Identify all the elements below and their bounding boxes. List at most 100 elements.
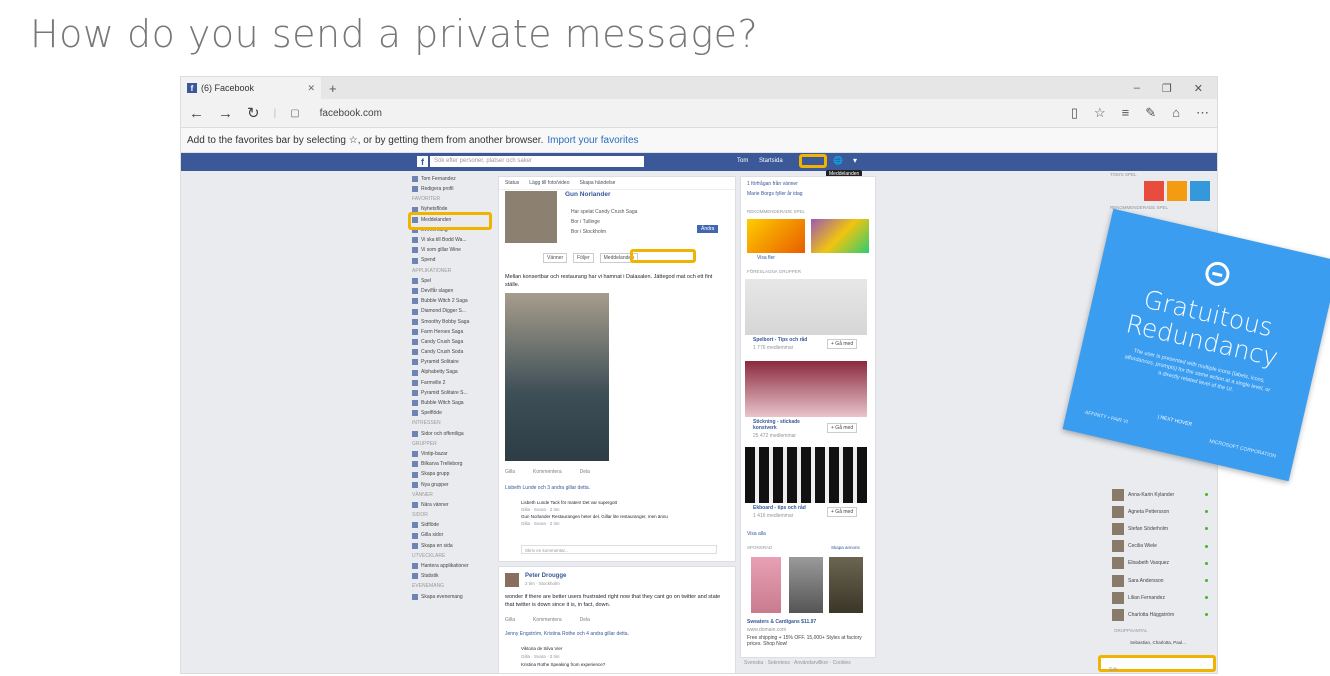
group-name[interactable]: Stickning - stickade konstverk xyxy=(753,419,823,431)
game-icon[interactable] xyxy=(1190,181,1210,201)
left-nav-item[interactable]: Bubble Witch Saga xyxy=(412,398,496,408)
left-nav-item[interactable]: Alphabetty Saga xyxy=(412,368,496,378)
group-name[interactable]: Spelbort - Tips och råd xyxy=(753,337,807,343)
chat-search-input[interactable]: Sök xyxy=(1109,667,1118,673)
url-field[interactable]: facebook.com xyxy=(320,108,382,119)
close-tab-icon[interactable]: ✕ xyxy=(307,83,315,94)
left-nav-item[interactable]: Candy Crush Soda xyxy=(412,347,496,357)
group-name[interactable]: Ekboard - tips och råd xyxy=(753,505,806,511)
left-nav-item[interactable]: Skapa en sida xyxy=(412,541,496,551)
left-nav-item[interactable]: Spend xyxy=(412,256,496,266)
left-nav-item[interactable]: Spel xyxy=(412,276,496,286)
left-nav-item[interactable]: Sidflöde xyxy=(412,520,496,530)
left-nav-item[interactable]: Vintip-bazar xyxy=(412,449,496,459)
left-nav-item[interactable]: Skapa evenemang xyxy=(412,592,496,602)
forward-icon[interactable]: → xyxy=(218,105,233,122)
ad-image[interactable] xyxy=(751,557,781,613)
left-nav-item[interactable]: Bilkarva Trelleborg xyxy=(412,459,496,469)
join-group-button[interactable]: + Gå med xyxy=(827,339,858,349)
comment[interactable]: Gilla · Svara · 2 tim xyxy=(521,653,605,661)
chat-contact[interactable]: Agneta Pettersson xyxy=(1112,503,1208,520)
birthday[interactable]: Marie Borgs fyller år idag xyxy=(747,191,803,197)
left-nav-item[interactable]: Bubble Witch 2 Saga xyxy=(412,296,496,306)
chat-contact[interactable]: Sara Andersson xyxy=(1112,572,1208,589)
profile-photo[interactable] xyxy=(505,191,557,243)
refresh-icon[interactable]: ↻ xyxy=(247,104,260,122)
more-icon[interactable]: ⋯ xyxy=(1196,105,1209,121)
see-more-link[interactable]: Visa fler xyxy=(757,255,775,261)
post-author[interactable]: Peter Drougge xyxy=(525,573,566,579)
group-thumb-1[interactable] xyxy=(745,279,867,335)
left-nav-item[interactable]: Pyramid Solitaire xyxy=(412,357,496,367)
favorite-star-icon[interactable]: ☆ xyxy=(1094,105,1106,121)
join-group-button[interactable]: + Gå med xyxy=(827,507,858,517)
left-nav-item[interactable]: Nära vänner xyxy=(412,500,496,510)
left-nav-item[interactable]: Diamond Digger S... xyxy=(412,306,496,316)
composer-tab-status[interactable]: Status xyxy=(505,180,519,186)
minimize-icon[interactable]: – xyxy=(1134,82,1140,95)
friends-button[interactable]: Vänner xyxy=(543,253,568,263)
fb-home-link[interactable]: Startsida xyxy=(759,158,783,164)
new-tab-icon[interactable]: + xyxy=(329,81,337,96)
left-nav-item[interactable]: Smoothy Bobby Saga xyxy=(412,317,496,327)
chat-contact[interactable]: Elisabeth Vasquez xyxy=(1112,555,1208,572)
group-thumb-3[interactable] xyxy=(745,447,867,503)
notifications-icon[interactable]: 🌐 xyxy=(833,156,843,165)
game-icon[interactable] xyxy=(1167,181,1187,201)
comment-meta[interactable]: Gilla · Svara · 2 tim xyxy=(521,520,721,527)
browser-tab[interactable]: f (6) Facebook ✕ xyxy=(181,77,321,99)
settings-icon[interactable]: ▾ xyxy=(853,156,857,165)
see-all-link[interactable]: Visa alla xyxy=(747,531,766,537)
chat-contact[interactable]: Charlotta Häggström xyxy=(1112,606,1208,623)
close-window-icon[interactable]: ✕ xyxy=(1194,82,1203,95)
follow-button[interactable]: Följer xyxy=(573,253,594,263)
left-nav-item[interactable]: Vi ska till Bodd Wa... xyxy=(412,235,496,245)
messages-icon-highlight[interactable] xyxy=(799,154,827,168)
composer-tab-event[interactable]: Skapa händelse xyxy=(580,180,616,186)
left-nav-item[interactable]: Sidor och offentliga xyxy=(412,429,496,439)
like-button[interactable]: Gilla xyxy=(505,469,515,475)
comment-button[interactable]: Kommentera xyxy=(533,469,562,475)
avatar[interactable] xyxy=(505,573,519,587)
profile-name[interactable]: Gun Norlander xyxy=(565,191,611,198)
left-nav-item[interactable]: Tom Fernandez xyxy=(412,174,496,184)
game-tetris-thumb[interactable] xyxy=(747,219,805,253)
left-nav-item[interactable]: Vi som gillar Wine xyxy=(412,245,496,255)
chat-contact[interactable]: Cecilia Wiele xyxy=(1112,538,1208,555)
left-nav-item[interactable]: Redigera profil xyxy=(412,184,496,194)
left-nav-item[interactable]: Dev/får slagen xyxy=(412,286,496,296)
left-nav-item[interactable]: Skapa grupp xyxy=(412,469,496,479)
ad-image[interactable] xyxy=(789,557,823,613)
likes-summary[interactable]: Lisbeth Lunde och 3 andra gillar detta. xyxy=(505,485,590,491)
fb-footer[interactable]: Svenska · Sekretess · Användarvillkor · … xyxy=(744,660,851,666)
fb-search-input[interactable]: Sök efter personer, platser och saker xyxy=(430,156,644,167)
chat-contact[interactable]: Lilian Fernandez xyxy=(1112,589,1208,606)
edit-button[interactable]: Ändra xyxy=(697,225,719,233)
friend-request[interactable]: 1 förfrågan från vänner xyxy=(747,181,798,187)
create-ad-link[interactable]: Skapa annons xyxy=(831,545,860,550)
fb-profile-link[interactable]: Tom xyxy=(737,158,748,164)
left-nav-item[interactable]: Pyramid Solitaire S... xyxy=(412,388,496,398)
composer-tab-photo[interactable]: Lägg till foto/video xyxy=(529,180,569,186)
ad-image[interactable] xyxy=(829,557,863,613)
likes-summary-2[interactable]: Jenny Engström, Kristina Rothe och 4 and… xyxy=(505,631,629,637)
web-note-icon[interactable]: ✎ xyxy=(1145,105,1156,121)
left-nav-item[interactable]: Hantera applikationer xyxy=(412,561,496,571)
left-nav-item[interactable]: Farmville 2 xyxy=(412,378,496,388)
chat-contact[interactable]: Anna-Karin Kylander xyxy=(1112,486,1208,503)
left-nav-item[interactable]: Farm Heroes Saga xyxy=(412,327,496,337)
share-button[interactable]: Dela xyxy=(580,469,590,475)
group-thumb-2[interactable] xyxy=(745,361,867,417)
left-nav-item[interactable]: Statistik xyxy=(412,571,496,581)
share-button-2[interactable]: Dela xyxy=(580,617,590,623)
game-thumb[interactable] xyxy=(811,219,869,253)
comment-meta[interactable]: Gilla · Svara · 2 tim xyxy=(521,506,721,513)
comment-input[interactable]: Skriv en kommentar... xyxy=(521,545,717,554)
game-icon[interactable] xyxy=(1144,181,1164,201)
comment-button-2[interactable]: Kommentera xyxy=(533,617,562,623)
left-nav-item[interactable]: Candy Crush Saga xyxy=(412,337,496,347)
join-group-button[interactable]: + Gå med xyxy=(827,423,858,433)
facebook-logo-icon[interactable]: f xyxy=(417,156,428,167)
restore-icon[interactable]: ❐ xyxy=(1162,82,1172,95)
back-icon[interactable]: ← xyxy=(189,105,204,122)
